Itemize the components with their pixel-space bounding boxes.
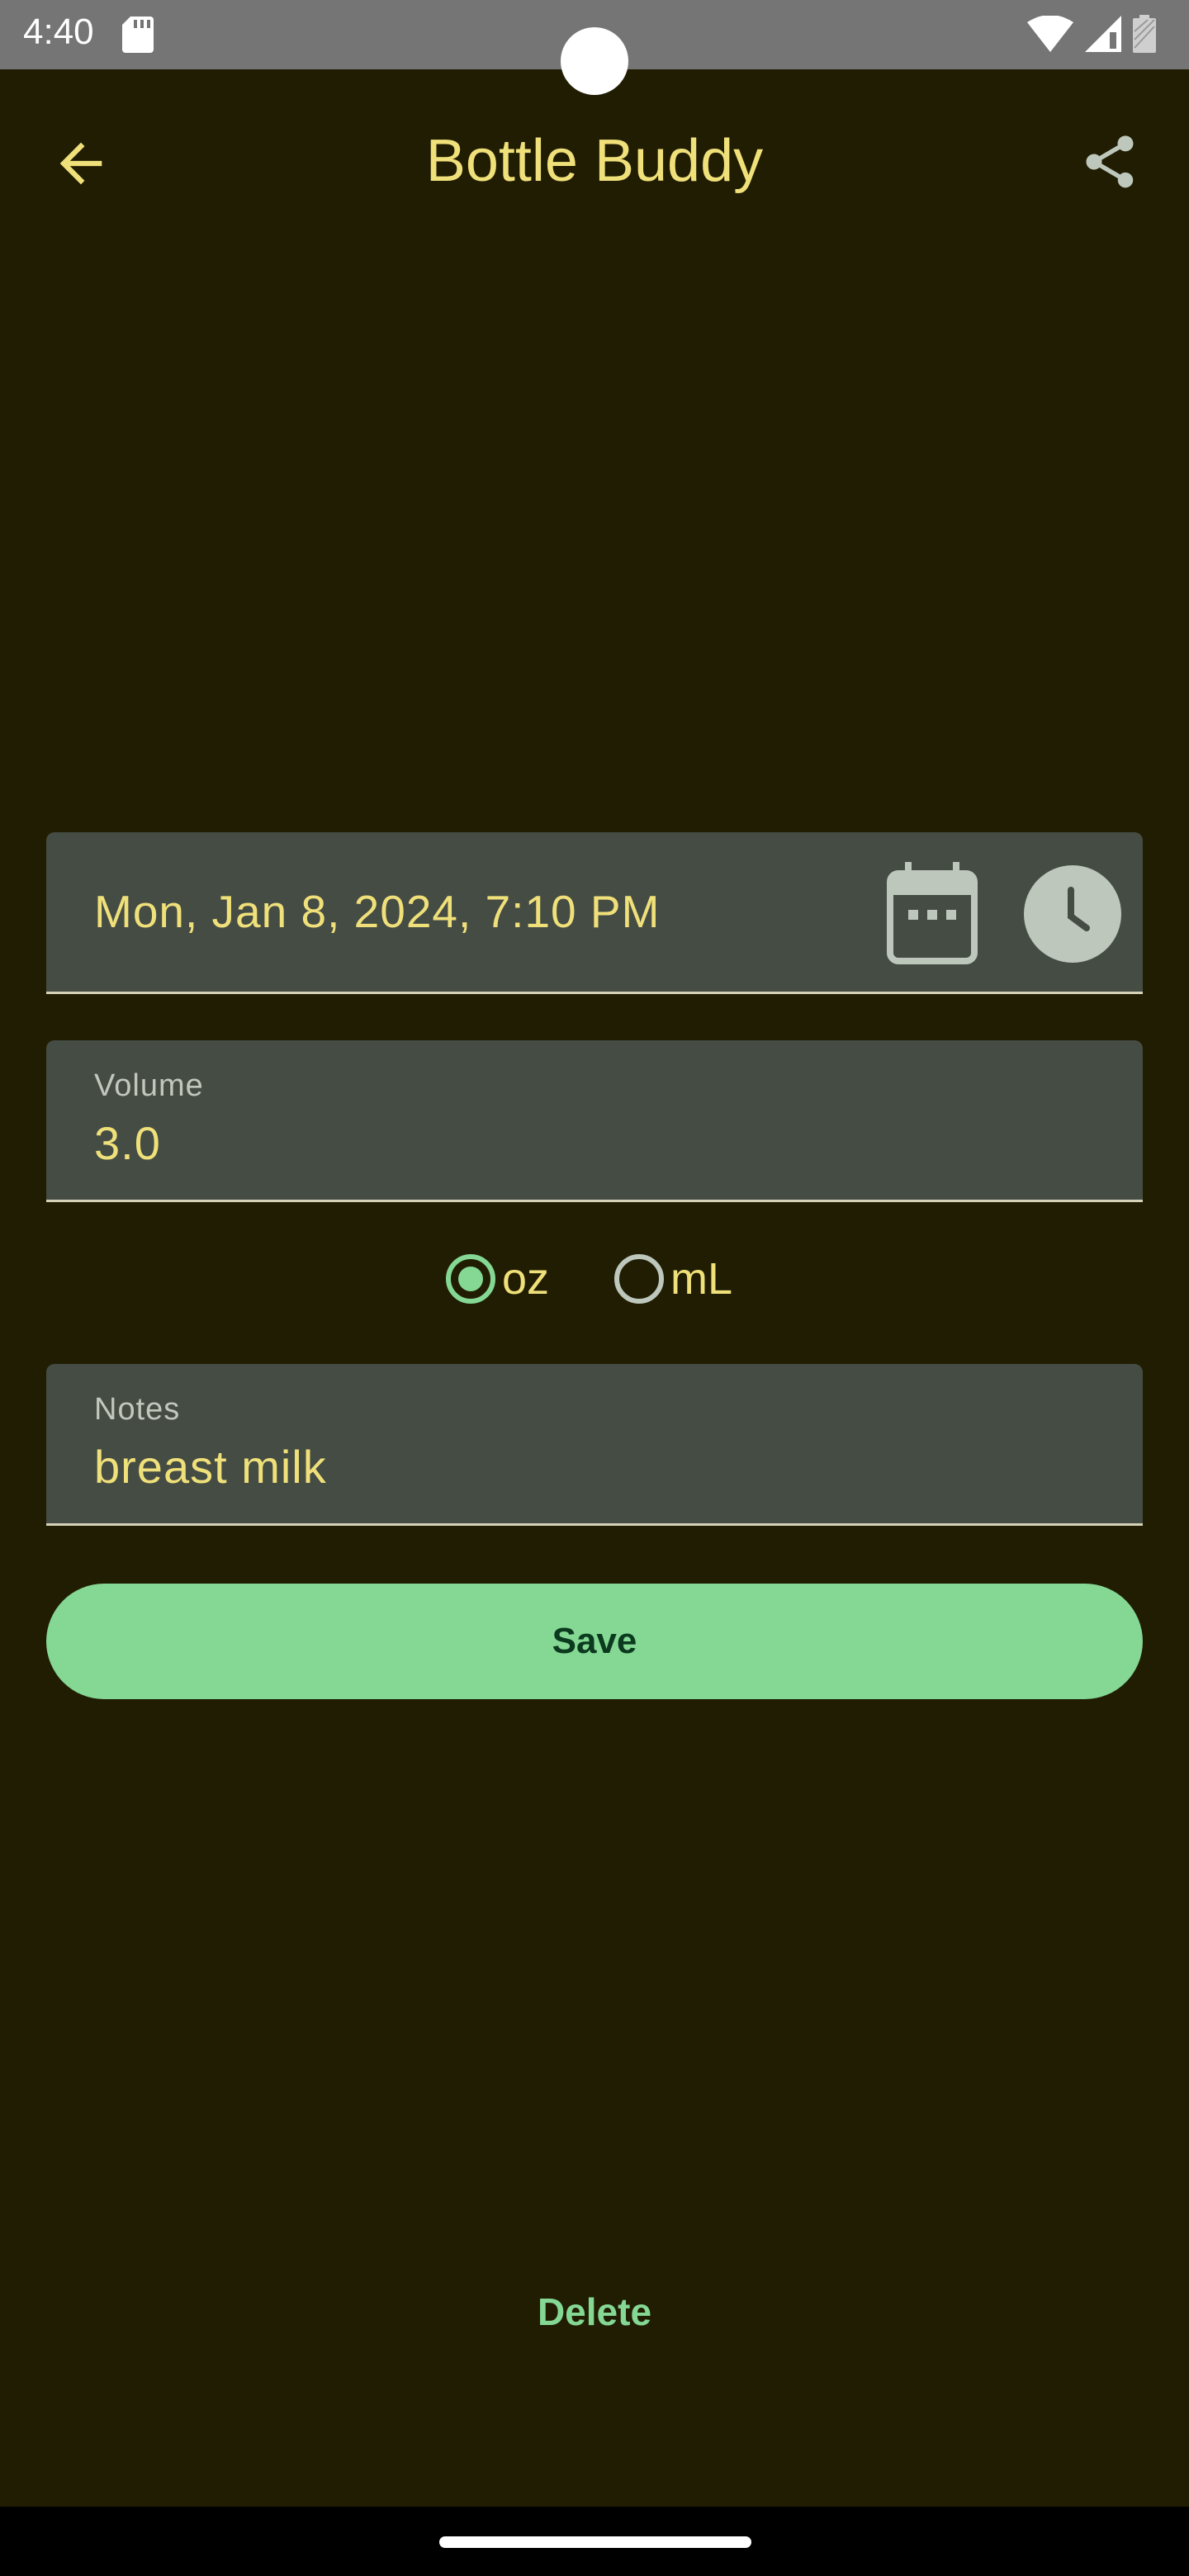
- status-bar: 4:40: [0, 0, 1189, 95]
- calendar-icon[interactable]: [887, 862, 978, 964]
- camera-cutout: [561, 27, 628, 95]
- save-button[interactable]: Save: [46, 1584, 1143, 1699]
- notes-field[interactable]: Notes breast milk: [46, 1364, 1143, 1526]
- home-gesture-handle[interactable]: [439, 2536, 751, 2548]
- delete-button[interactable]: Delete: [462, 2279, 727, 2345]
- unit-radio-group: oz mL: [0, 1253, 1189, 1314]
- status-icons: [1027, 15, 1156, 53]
- status-time: 4:40: [23, 12, 94, 52]
- radio-oz[interactable]: oz: [446, 1253, 549, 1305]
- volume-label: Volume: [94, 1068, 204, 1103]
- volume-field[interactable]: Volume 3.0: [46, 1040, 1143, 1202]
- battery-icon: [1133, 15, 1156, 53]
- volume-input[interactable]: 3.0: [94, 1116, 161, 1170]
- datetime-field[interactable]: Mon, Jan 8, 2024, 7:10 PM: [46, 832, 1143, 994]
- signal-icon: [1085, 16, 1121, 52]
- radio-ml-unselected-icon[interactable]: [614, 1254, 664, 1304]
- radio-oz-label: oz: [502, 1254, 550, 1304]
- share-icon[interactable]: [1078, 130, 1141, 193]
- radio-ml-label: mL: [670, 1254, 733, 1304]
- clock-hands: [1068, 887, 1090, 931]
- clock-icon[interactable]: [1024, 865, 1121, 963]
- navigation-bar: [0, 2507, 1189, 2576]
- notes-label: Notes: [94, 1392, 181, 1427]
- page-title: Bottle Buddy: [425, 128, 764, 194]
- wifi-icon: [1027, 16, 1073, 52]
- radio-oz-selected-icon[interactable]: [446, 1254, 495, 1304]
- radio-ml[interactable]: mL: [614, 1253, 732, 1305]
- sd-card-icon: [122, 17, 154, 53]
- datetime-value: Mon, Jan 8, 2024, 7:10 PM: [94, 886, 661, 937]
- notes-input[interactable]: breast milk: [94, 1440, 327, 1494]
